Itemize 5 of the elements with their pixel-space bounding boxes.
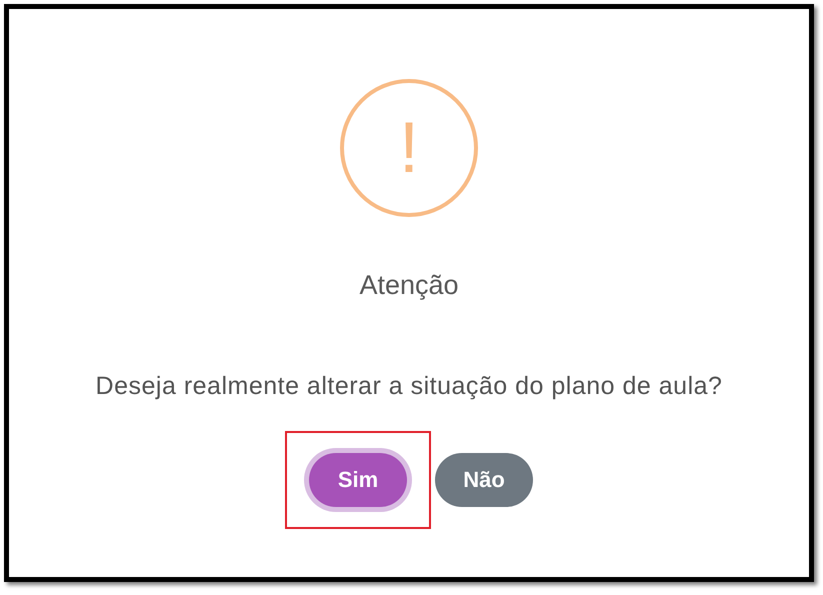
cancel-button[interactable]: Não [435, 452, 533, 506]
warning-icon: ! [340, 79, 478, 217]
dialog-message: Deseja realmente alterar a situação do plano de aula? [94, 370, 724, 402]
dialog-title: Atenção [359, 269, 459, 302]
confirm-button[interactable]: Sim [309, 452, 407, 506]
